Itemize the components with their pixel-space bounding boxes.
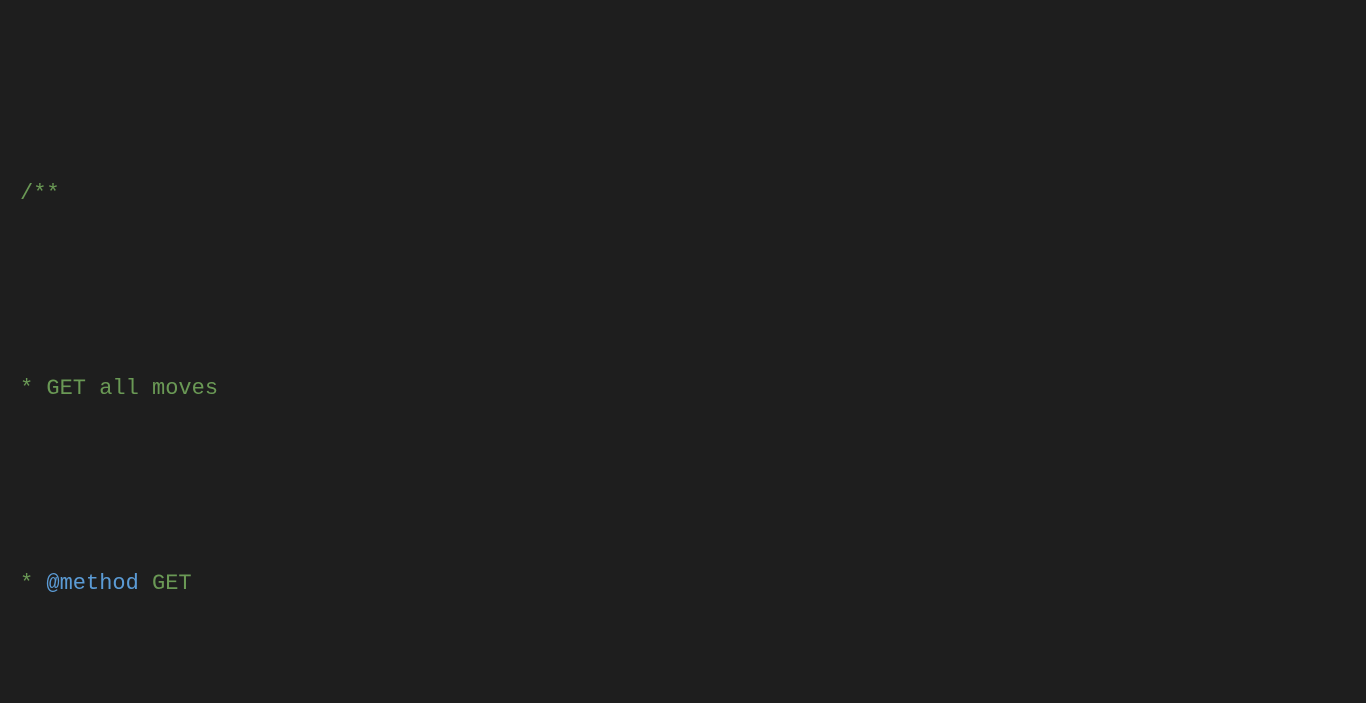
jsdoc-tag: @method	[46, 571, 138, 596]
doc-star: *	[20, 376, 46, 401]
doc-text: GET	[139, 571, 192, 596]
doc-text: GET all moves	[46, 376, 218, 401]
code-line[interactable]: /**	[20, 174, 1366, 213]
code-editor[interactable]: /** * GET all moves * @method GET * @par…	[0, 0, 1366, 703]
doc-star: *	[20, 571, 46, 596]
code-line[interactable]: * GET all moves	[20, 369, 1366, 408]
code-line[interactable]: * @method GET	[20, 564, 1366, 603]
doc-comment: /**	[20, 181, 60, 206]
